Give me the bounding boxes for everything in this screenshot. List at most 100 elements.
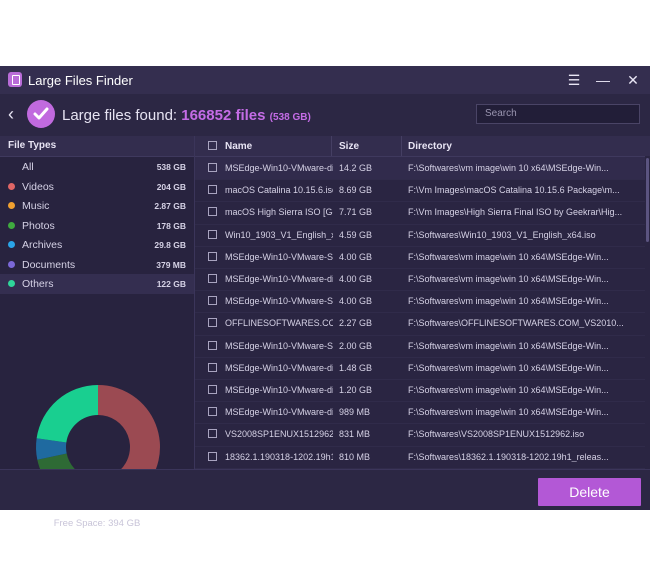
row-checkbox[interactable] <box>208 429 217 439</box>
file-size-cell: 1.20 GB <box>339 385 373 395</box>
file-name-cell: 18362.1.190318-1202.19h1 <box>225 451 333 462</box>
file-size-cell: 831 MB <box>339 429 371 440</box>
file-type-label: Others <box>22 278 54 290</box>
file-size-cell: 4.59 GB <box>339 229 373 240</box>
table-row[interactable]: MSEdge-Win10-VMware-di 14.2 GB F:\Software… <box>195 157 645 181</box>
file-name-cell: MSEdge-Win10-VMware-di <box>225 385 333 395</box>
file-directory-cell: F:\Softwares\VS2008SP1ENUX1512962.iso <box>408 429 585 440</box>
table-row[interactable]: MSEdge-Win10-VMware-di 989 MB F:\Softwares… <box>195 401 645 425</box>
table-scrollbar[interactable] <box>645 156 650 469</box>
row-checkbox[interactable] <box>208 407 217 417</box>
table-row[interactable]: MSEdge-Win10-VMware-di 1.48 GB F:\Software… <box>195 357 645 380</box>
file-types-sidebar: File Types All 538 GB Videos 204 GB Music 2.8… <box>0 136 195 529</box>
file-size-cell: 1.48 GB <box>339 362 373 373</box>
select-all-checkbox[interactable] <box>208 141 217 150</box>
file-type-label: All <box>22 161 34 173</box>
file-type-label: Documents <box>22 258 76 271</box>
delete-button[interactable]: Delete <box>538 478 641 506</box>
column-size-header[interactable]: Size <box>339 141 359 152</box>
results-label: Large files found: <box>62 107 178 124</box>
file-type-label: Archives <box>22 239 63 251</box>
hamburger-icon[interactable]: ☰ <box>563 70 585 90</box>
results-summary: Large files found: 166852 files (538 GB) <box>62 107 311 124</box>
free-space-label: Free Space: 394 GB <box>53 518 141 529</box>
file-type-videos[interactable]: Videos 204 GB <box>0 177 194 197</box>
app-window: Large Files Finder ☰ — ✕ ‹ Large files f… <box>0 66 650 529</box>
footer-bar: Delete <box>0 469 650 510</box>
back-arrow-icon[interactable]: ‹ <box>8 104 14 125</box>
table-row[interactable]: MSEdge-Win10-VMware-di 1.20 GB F:\Software… <box>195 379 645 403</box>
file-type-others[interactable]: Others 122 GB <box>0 274 194 294</box>
row-checkbox[interactable] <box>208 207 217 217</box>
table-row[interactable]: macOS Catalina 10.15.6.iso 8.69 GB F:\Vm I… <box>195 179 645 203</box>
file-size-cell: 2.27 GB <box>339 318 373 329</box>
file-type-photos[interactable]: Photos 178 GB <box>0 216 194 236</box>
file-directory-cell: F:\Softwares\vm image\win 10 x64\MSEdge-… <box>408 251 609 262</box>
file-size-cell: 7.71 GB <box>339 207 373 218</box>
file-name-cell: Win10_1903_V1_English_x <box>225 229 333 240</box>
row-checkbox[interactable] <box>208 362 217 372</box>
color-dot-icon <box>8 241 15 248</box>
row-checkbox[interactable] <box>208 318 217 328</box>
column-divider[interactable] <box>401 136 402 156</box>
color-dot-icon <box>8 202 15 209</box>
file-directory-cell: F:\Vm Images\High Sierra Final ISO by Ge… <box>408 207 623 218</box>
scrollbar-thumb[interactable] <box>646 158 649 242</box>
table-row[interactable]: macOS High Sierra ISO [Geek 7.71 GB F:\Vm … <box>195 201 645 225</box>
color-dot-icon <box>8 280 15 287</box>
close-icon[interactable]: ✕ <box>622 70 644 90</box>
file-type-label: Photos <box>22 219 55 232</box>
file-directory-cell: F:\Softwares\vm image\win 10 x64\MSEdge-… <box>408 362 609 373</box>
row-checkbox[interactable] <box>208 229 217 239</box>
color-dot-icon <box>8 182 15 190</box>
column-name-header[interactable]: Name <box>225 141 252 152</box>
file-type-size: 122 GB <box>156 279 186 289</box>
file-directory-cell: F:\Softwares\18362.1.190318-1202.19h1_re… <box>408 451 609 462</box>
row-checkbox[interactable] <box>208 451 217 461</box>
file-name-cell: MSEdge-Win10-VMware-Sr <box>225 296 333 307</box>
file-types-title: File Types <box>0 136 194 157</box>
row-checkbox[interactable] <box>208 163 217 172</box>
row-checkbox[interactable] <box>208 185 217 195</box>
row-checkbox[interactable] <box>208 251 217 261</box>
column-directory-header[interactable]: Directory <box>408 141 452 152</box>
table-row[interactable]: MSEdge-Win10-VMware-di 4.00 GB F:\Software… <box>195 268 645 292</box>
row-checkbox[interactable] <box>208 274 217 283</box>
file-type-size: 178 GB <box>156 220 186 231</box>
file-directory-cell: F:\Softwares\Win10_1903_V1_English_x64.i… <box>408 229 596 240</box>
file-type-documents[interactable]: Documents 379 MB <box>0 255 194 275</box>
table-row[interactable]: OFFLINESOFTWARES.COM_ 2.27 GB F:\Softwares… <box>195 312 645 336</box>
color-dot-icon <box>8 260 15 268</box>
table-row[interactable]: MSEdge-Win10-VMware-Sr 2.00 GB F:\Software… <box>195 335 645 358</box>
check-circle-icon <box>27 100 55 128</box>
file-directory-cell: F:\Softwares\vm image\win 10 x64\MSEdge-… <box>408 407 609 418</box>
table-row[interactable]: MSEdge-Win10-VMware-Sr 4.00 GB F:\Software… <box>195 290 645 314</box>
file-directory-cell: F:\Softwares\vm image\win 10 x64\MSEdge-… <box>408 296 609 307</box>
table-row[interactable]: Win10_1903_V1_English_x 4.59 GB F:\Softwar… <box>195 224 645 247</box>
file-type-archives[interactable]: Archives 29.8 GB <box>0 235 194 255</box>
files-count: 166852 files <box>181 107 266 124</box>
row-checkbox[interactable] <box>208 340 217 350</box>
file-type-size: 538 GB <box>156 162 186 172</box>
row-checkbox[interactable] <box>208 385 217 394</box>
file-type-size: 204 GB <box>156 181 186 192</box>
search-input[interactable]: Search <box>476 104 640 124</box>
table-header: Name Size Directory <box>195 136 650 157</box>
file-name-cell: MSEdge-Win10-VMware-Sr <box>225 251 333 262</box>
file-type-music[interactable]: Music 2.87 GB <box>0 196 194 216</box>
file-name-cell: MSEdge-Win10-VMware-di <box>225 163 333 173</box>
column-divider[interactable] <box>331 136 332 156</box>
app-logo-icon <box>8 72 22 87</box>
row-checkbox[interactable] <box>208 296 217 306</box>
table-row[interactable]: MSEdge-Win10-VMware-Sr 4.00 GB F:\Software… <box>195 246 645 269</box>
file-size-cell: 989 MB <box>339 407 371 418</box>
file-type-all[interactable]: All 538 GB <box>0 157 194 177</box>
table-row[interactable]: 18362.1.190318-1202.19h1 810 MB F:\Softwar… <box>195 446 645 469</box>
file-name-cell: MSEdge-Win10-VMware-di <box>225 274 333 284</box>
title-bar: Large Files Finder ☰ — ✕ <box>0 66 650 94</box>
file-name-cell: MSEdge-Win10-VMware-di <box>225 407 333 418</box>
file-type-label: Music <box>22 200 50 212</box>
minimize-icon[interactable]: — <box>592 70 614 90</box>
table-row[interactable]: VS2008SP1ENUX1512962.i 831 MB F:\Softwares… <box>195 423 645 447</box>
file-type-size: 379 MB <box>156 259 186 270</box>
